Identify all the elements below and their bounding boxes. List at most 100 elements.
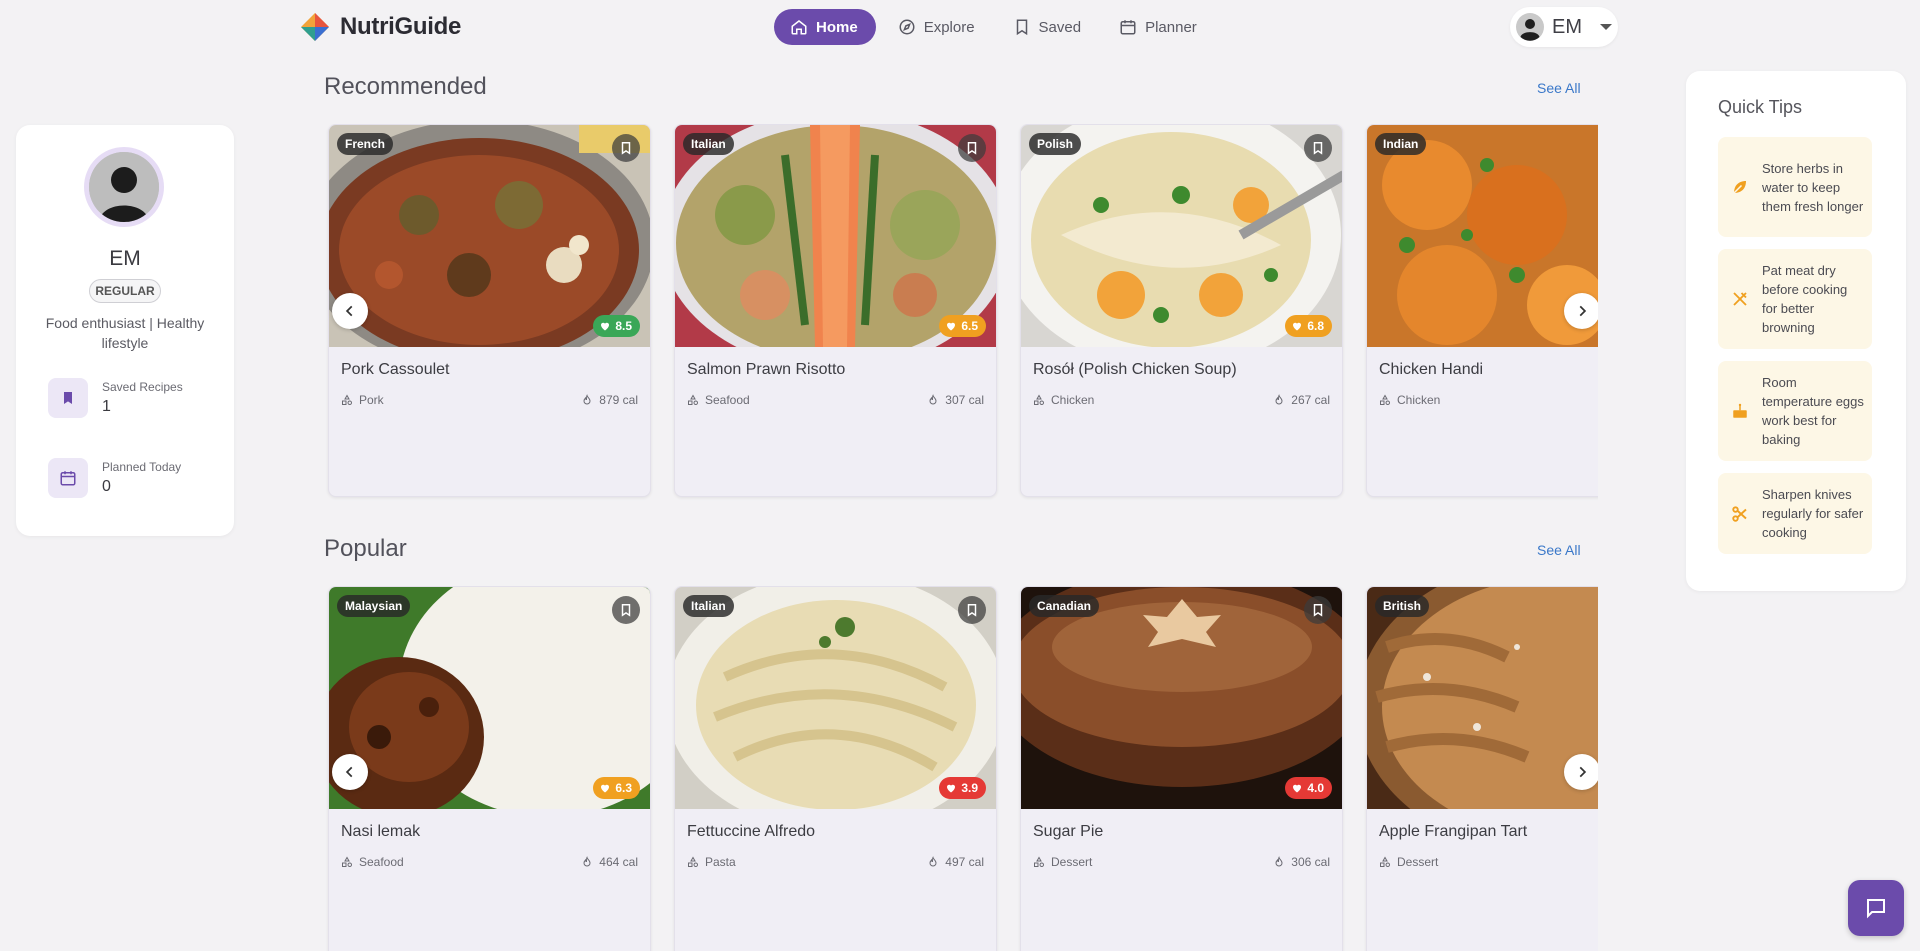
category-icon [1380,856,1390,867]
recipe-card[interactable]: French 8.5 Pork Cassoulet Pork 879 cal [328,124,651,497]
recipe-card[interactable]: Italian 3.9 Fettuccine Alfredo Pasta 497… [674,586,997,951]
brand-name: NutriGuide [340,13,461,40]
recipe-card[interactable]: Canadian 4.0 Sugar Pie Dessert 306 cal [1020,586,1343,951]
home-icon [791,20,807,35]
main-nav: Home Explore Saved Planner [774,9,1213,45]
chat-button[interactable] [1848,880,1904,936]
health-score-badge: 6.8 [1285,315,1332,337]
heart-icon [601,322,610,331]
bookmark-button[interactable] [958,596,986,624]
stat-value: 0 [102,478,111,495]
compass-icon [899,19,915,35]
health-score-badge: 6.3 [593,777,640,799]
bookmark-button[interactable] [612,134,640,162]
tip-item: Sharpen knives regularly for safer cooki… [1718,473,1872,554]
heart-icon [601,784,610,793]
recipe-title: Apple Frangipan Tart [1379,823,1528,840]
recipe-card[interactable]: Malaysian 6.3 Nasi lemak Seafood 464 cal [328,586,651,951]
category-icon [342,394,352,405]
chevron-right-icon [1579,766,1587,778]
recipe-title: Nasi lemak [341,823,421,840]
category-icon [1380,394,1390,405]
cuisine-tag: Italian [683,595,734,617]
tip-text: Store herbs in water to keep them fresh … [1762,160,1864,214]
avatar[interactable] [84,147,164,227]
logo-icon [301,13,329,41]
chevron-left-icon [345,305,353,317]
tip-item: Pat meat dry before cooking for better b… [1718,249,1872,349]
recipe-category: Chicken [1033,393,1094,407]
recipe-card[interactable]: Italian 6.5 Salmon Prawn Risotto Seafood… [674,124,997,497]
carousel-next-button[interactable] [1564,293,1598,329]
brand[interactable]: NutriGuide [300,12,461,42]
nav-planner[interactable]: Planner [1103,9,1213,45]
bookmark-button[interactable] [1304,596,1332,624]
section-title-recommended: Recommended [324,73,487,100]
tip-item: Room temperature eggs work best for baki… [1718,361,1872,461]
leaf-icon [1733,181,1746,194]
nav-home[interactable]: Home [774,9,876,45]
bookmark-button[interactable] [958,134,986,162]
nav-saved[interactable]: Saved [997,9,1098,45]
bookmark-icon [1313,604,1323,617]
category-icon [1034,394,1044,405]
recipe-category: Dessert [1379,855,1438,869]
health-score-badge: 6.5 [939,315,986,337]
chevron-left-icon [345,766,353,778]
cuisine-tag: Indian [1375,133,1427,155]
recipe-title: Chicken Handi [1379,361,1484,378]
cuisine-tag: Polish [1029,133,1082,155]
recipe-title: Salmon Prawn Risotto [687,361,846,378]
carousel-prev-button[interactable] [332,754,368,790]
heart-icon [947,322,956,331]
health-score: 3.9 [961,781,978,795]
bookmark-icon [48,378,88,418]
recipe-calories: 497 cal [927,855,984,869]
user-menu-button[interactable]: EM [1510,7,1618,47]
see-all-popular-link[interactable]: See All [1537,542,1581,558]
category-icon [342,856,352,867]
nav-saved-label: Saved [1038,18,1082,36]
cuisine-tag: French [337,133,394,155]
stat-label: Saved Recipes [102,380,183,394]
scissors-icon [1732,505,1747,522]
recipe-photo: Polish 6.8 [1021,125,1342,347]
bookmark-icon [621,604,631,617]
recipe-photo: Italian 3.9 [675,587,996,809]
bookmark-icon [967,142,977,155]
recipe-category: Pork [341,393,384,407]
user-initials: EM [1552,15,1582,38]
membership-badge: REGULAR [89,279,161,303]
nav-explore[interactable]: Explore [882,9,991,45]
recipe-calories: 464 cal [581,855,638,869]
bookmark-icon [967,604,977,617]
nav-explore-label: Explore [923,18,975,36]
utensils-icon [1733,292,1747,306]
flame-icon [583,856,591,867]
bookmark-button[interactable] [612,596,640,624]
cake-icon [1733,403,1747,418]
profile-name: EM [109,247,141,270]
profile-bio: Food enthusiast | Healthy lifestyle [45,315,205,351]
bookmark-icon [621,142,631,155]
heart-icon [1293,322,1302,331]
carousel-prev-button[interactable] [332,293,368,329]
bookmark-button[interactable] [1304,134,1332,162]
recipe-calories: 307 cal [927,393,984,407]
heart-icon [947,784,956,793]
recipe-photo: French 8.5 [329,125,650,347]
health-score-badge: 4.0 [1285,777,1332,799]
category-icon [688,856,698,867]
flame-icon [929,394,937,405]
recipe-category: Chicken [1379,393,1440,407]
flame-icon [1275,394,1283,405]
recipe-title: Sugar Pie [1033,823,1104,840]
recipe-card[interactable]: Polish 6.8 Rosół (Polish Chicken Soup) C… [1020,124,1343,497]
carousel-next-button[interactable] [1564,754,1598,790]
health-score: 8.5 [615,319,632,333]
recipe-title: Pork Cassoulet [341,361,450,378]
see-all-recommended-link[interactable]: See All [1537,80,1581,96]
stat-saved-recipes[interactable]: Saved Recipes 1 [48,378,183,418]
tip-text: Room temperature eggs work best for baki… [1762,375,1864,447]
stat-planned-today[interactable]: Planned Today 0 [48,458,181,498]
